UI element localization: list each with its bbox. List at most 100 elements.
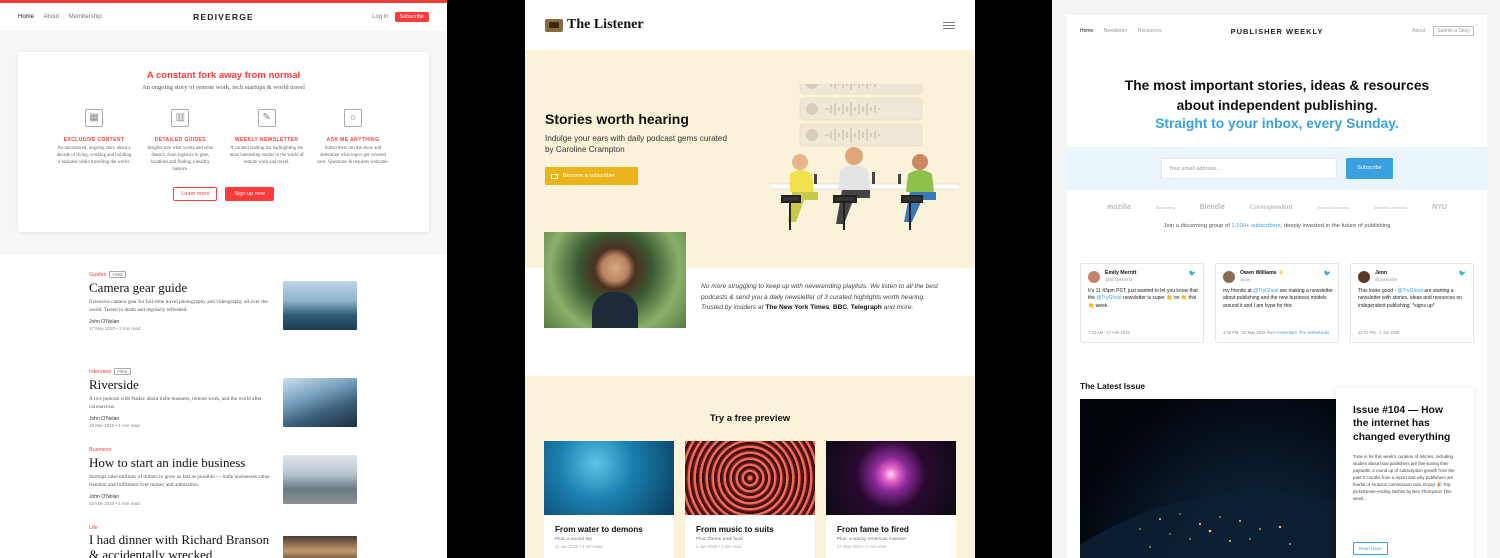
preview-image[interactable] [544, 441, 674, 515]
preview-image[interactable] [685, 441, 815, 515]
preview-title[interactable]: From fame to fired [826, 515, 956, 534]
preview-card[interactable]: From music to suits Plus: theme park foo… [685, 441, 815, 558]
post-card[interactable]: Business How to start an indie business … [89, 447, 357, 506]
signup-band: Your email address... Subscribe [1067, 147, 1487, 190]
feature-text: An uncensored, ongoing story about a dec… [56, 146, 132, 165]
feature-heading: DETAILED GUIDES [154, 137, 206, 143]
hero-subtitle: An ongoing story of remote work, tech st… [141, 84, 305, 91]
post-category[interactable]: Interview [89, 369, 111, 375]
post-card[interactable]: Life I had dinner with Richard Branson &… [89, 525, 357, 558]
learn-more-button[interactable]: Learn more [173, 186, 218, 201]
feature-ama: ☼ ASK ME ANYTHING Subscribers run the sh… [315, 109, 391, 174]
tweet-handle[interactable]: @EmilyMerritt [1105, 277, 1132, 282]
tweet-location[interactable]: Amsterdam, The Netherlands [1276, 330, 1329, 335]
partner-logo: Harvard Business [1317, 204, 1349, 210]
headline-line: The most important stories, ideas & reso… [1124, 78, 1430, 93]
post-thumbnail[interactable] [283, 378, 357, 427]
nav-about[interactable]: About [1412, 28, 1425, 34]
avatar [1223, 271, 1235, 283]
login-link[interactable]: Log in [372, 14, 388, 20]
preview-card[interactable]: From fame to fired Plus: a wacky America… [826, 441, 956, 558]
tweet-text: This looks good - @TryGhost are starting… [1358, 288, 1468, 310]
join-text: , deeply invested in the future of publi… [1280, 223, 1391, 229]
latest-issue-card[interactable]: Issue #104 — How the internet has change… [1336, 388, 1474, 558]
sign-up-button[interactable]: Sign up now [225, 186, 274, 201]
tweet-card[interactable]: Jenn @Jyinnyihe 🐦 This looks good - @Try… [1350, 263, 1474, 343]
feature-text: A curated reading list highlighting the … [229, 146, 304, 165]
tweet-time-text: 4:36 PM - 30 May 2018 from [1223, 330, 1276, 336]
rediverge-site: Home About Membership REDIVERGE Log in S… [0, 0, 447, 558]
about-body: and more. [881, 304, 914, 312]
publisher-nav: Home Newsletter Resources PUBLISHER WEEK… [1067, 15, 1487, 47]
subscribe-button[interactable]: Subscribe [394, 12, 429, 22]
partner-logo: mozilla [1107, 203, 1131, 211]
twitter-bird-icon[interactable]: 🐦 [1459, 270, 1466, 277]
preview-title[interactable]: From water to demons [544, 515, 674, 534]
become-subscriber-button[interactable]: Become a subscriber [545, 167, 638, 185]
preview-card[interactable]: From water to demons Plus: a sound trip … [544, 441, 674, 558]
social-proof: Join a discerning group of 1,100+ subscr… [1067, 223, 1487, 229]
subscriber-count[interactable]: 1,100+ subscribers [1231, 223, 1280, 229]
hero-subtitle: Indulge your ears with daily podcast gem… [545, 134, 728, 155]
post-thumbnail[interactable] [283, 281, 357, 330]
nav-newsletter[interactable]: Newsletter [1104, 28, 1128, 34]
nav-membership[interactable]: Membership [69, 14, 102, 20]
tweet-mention[interactable]: @TryGhost [1096, 295, 1121, 301]
feature-heading: WEEKLY NEWSLETTER [234, 137, 299, 143]
post-category[interactable]: Business [89, 447, 111, 453]
read-issue-button[interactable]: Read Issue [1353, 542, 1388, 555]
twitter-bird-icon[interactable]: 🐦 [1324, 270, 1331, 277]
post-card[interactable]: Guides FREE Camera gear guide Extensive c… [89, 271, 357, 331]
issue-title[interactable]: Issue #104 — How the internet has change… [1353, 404, 1457, 444]
tweet-time: 12:01 PM - 2 Jun 2018 [1358, 330, 1400, 336]
post-title[interactable]: I had dinner with Richard Branson & acci… [89, 532, 279, 558]
preview-title[interactable]: From music to suits [685, 515, 815, 534]
tweet-mention[interactable]: @TryGhost [1253, 288, 1278, 294]
partner-logo: Bloomberg [1155, 204, 1175, 210]
feature-text: Subscribers run the show and determine w… [317, 146, 389, 165]
post-card[interactable]: Interview FREE Riverside A live podcast w… [89, 368, 357, 428]
books-icon: ▥ [171, 109, 190, 127]
feature-exclusive: ▦ EXCLUSIVE CONTENT An uncensored, ongoi… [56, 109, 132, 174]
trusted-publication: Telegraph [850, 304, 882, 312]
post-thumbnail[interactable] [283, 455, 357, 504]
map-icon: ▦ [85, 109, 103, 127]
tweet-author[interactable]: Owen Williams ⚡ [1240, 270, 1284, 276]
nav-home[interactable]: Home [1080, 28, 1093, 34]
nav-resources[interactable]: Resources [1138, 28, 1162, 34]
post-thumbnail[interactable] [283, 536, 357, 558]
trusted-publication: The New York Times [765, 304, 830, 312]
tweet-card[interactable]: Owen Williams ⚡ @ow 🐦 my friends at @Try… [1215, 263, 1339, 343]
section-title: Try a free preview [709, 413, 791, 424]
preview-meta: 11 Jun 2020 • 1 min read [555, 544, 603, 549]
tweet-author[interactable]: Jenn [1375, 270, 1387, 276]
preview-image[interactable] [826, 441, 956, 515]
rediverge-nav: Home About Membership REDIVERGE Log in S… [0, 3, 447, 31]
tweet-handle[interactable]: @ow [1240, 277, 1250, 282]
tweet-mention[interactable]: @TryGhost [1397, 288, 1422, 294]
post-category[interactable]: Guides [89, 272, 106, 278]
tweet-author[interactable]: Emily Merritt [1105, 270, 1136, 276]
feature-newsletter: ✎ WEEKLY NEWSLETTER A curated reading li… [229, 109, 305, 174]
post-category[interactable]: Life [89, 525, 98, 531]
hamburger-menu-icon[interactable] [943, 20, 955, 31]
nav-about[interactable]: About [43, 14, 59, 20]
preview-plus: Plus: a sound trip [555, 537, 593, 542]
headline-line: about independent publishing. [1176, 97, 1378, 113]
issue-cover-image[interactable] [1060, 399, 1370, 558]
tweet-handle[interactable]: @Jyinnyihe [1375, 277, 1397, 282]
preview-meta: 27 May 2020 • 1 min read [837, 544, 887, 549]
tweet-card[interactable]: Emily Merritt @EmilyMerritt 🐦 It's 11:43… [1080, 263, 1204, 343]
submit-story-button[interactable]: Submit a Story [1433, 26, 1474, 36]
hero-title: A constant fork away from normal [146, 70, 301, 81]
tweet-time: 4:36 PM - 30 May 2018 from Amsterdam, Th… [1223, 330, 1333, 336]
hero-title: Stories worth hearing [545, 111, 689, 127]
email-input[interactable]: Your email address... [1161, 158, 1337, 179]
site-logo[interactable]: The Listener [567, 17, 644, 33]
twitter-bird-icon[interactable]: 🐦 [1189, 270, 1196, 277]
partner-logo: NYU [1432, 203, 1447, 211]
membership-hero: A constant fork away from normal An ongo… [18, 52, 429, 232]
nav-home[interactable]: Home [18, 14, 34, 20]
subscribe-button[interactable]: Subscribe [1346, 158, 1393, 179]
lamp-icon: ☼ [343, 109, 362, 127]
